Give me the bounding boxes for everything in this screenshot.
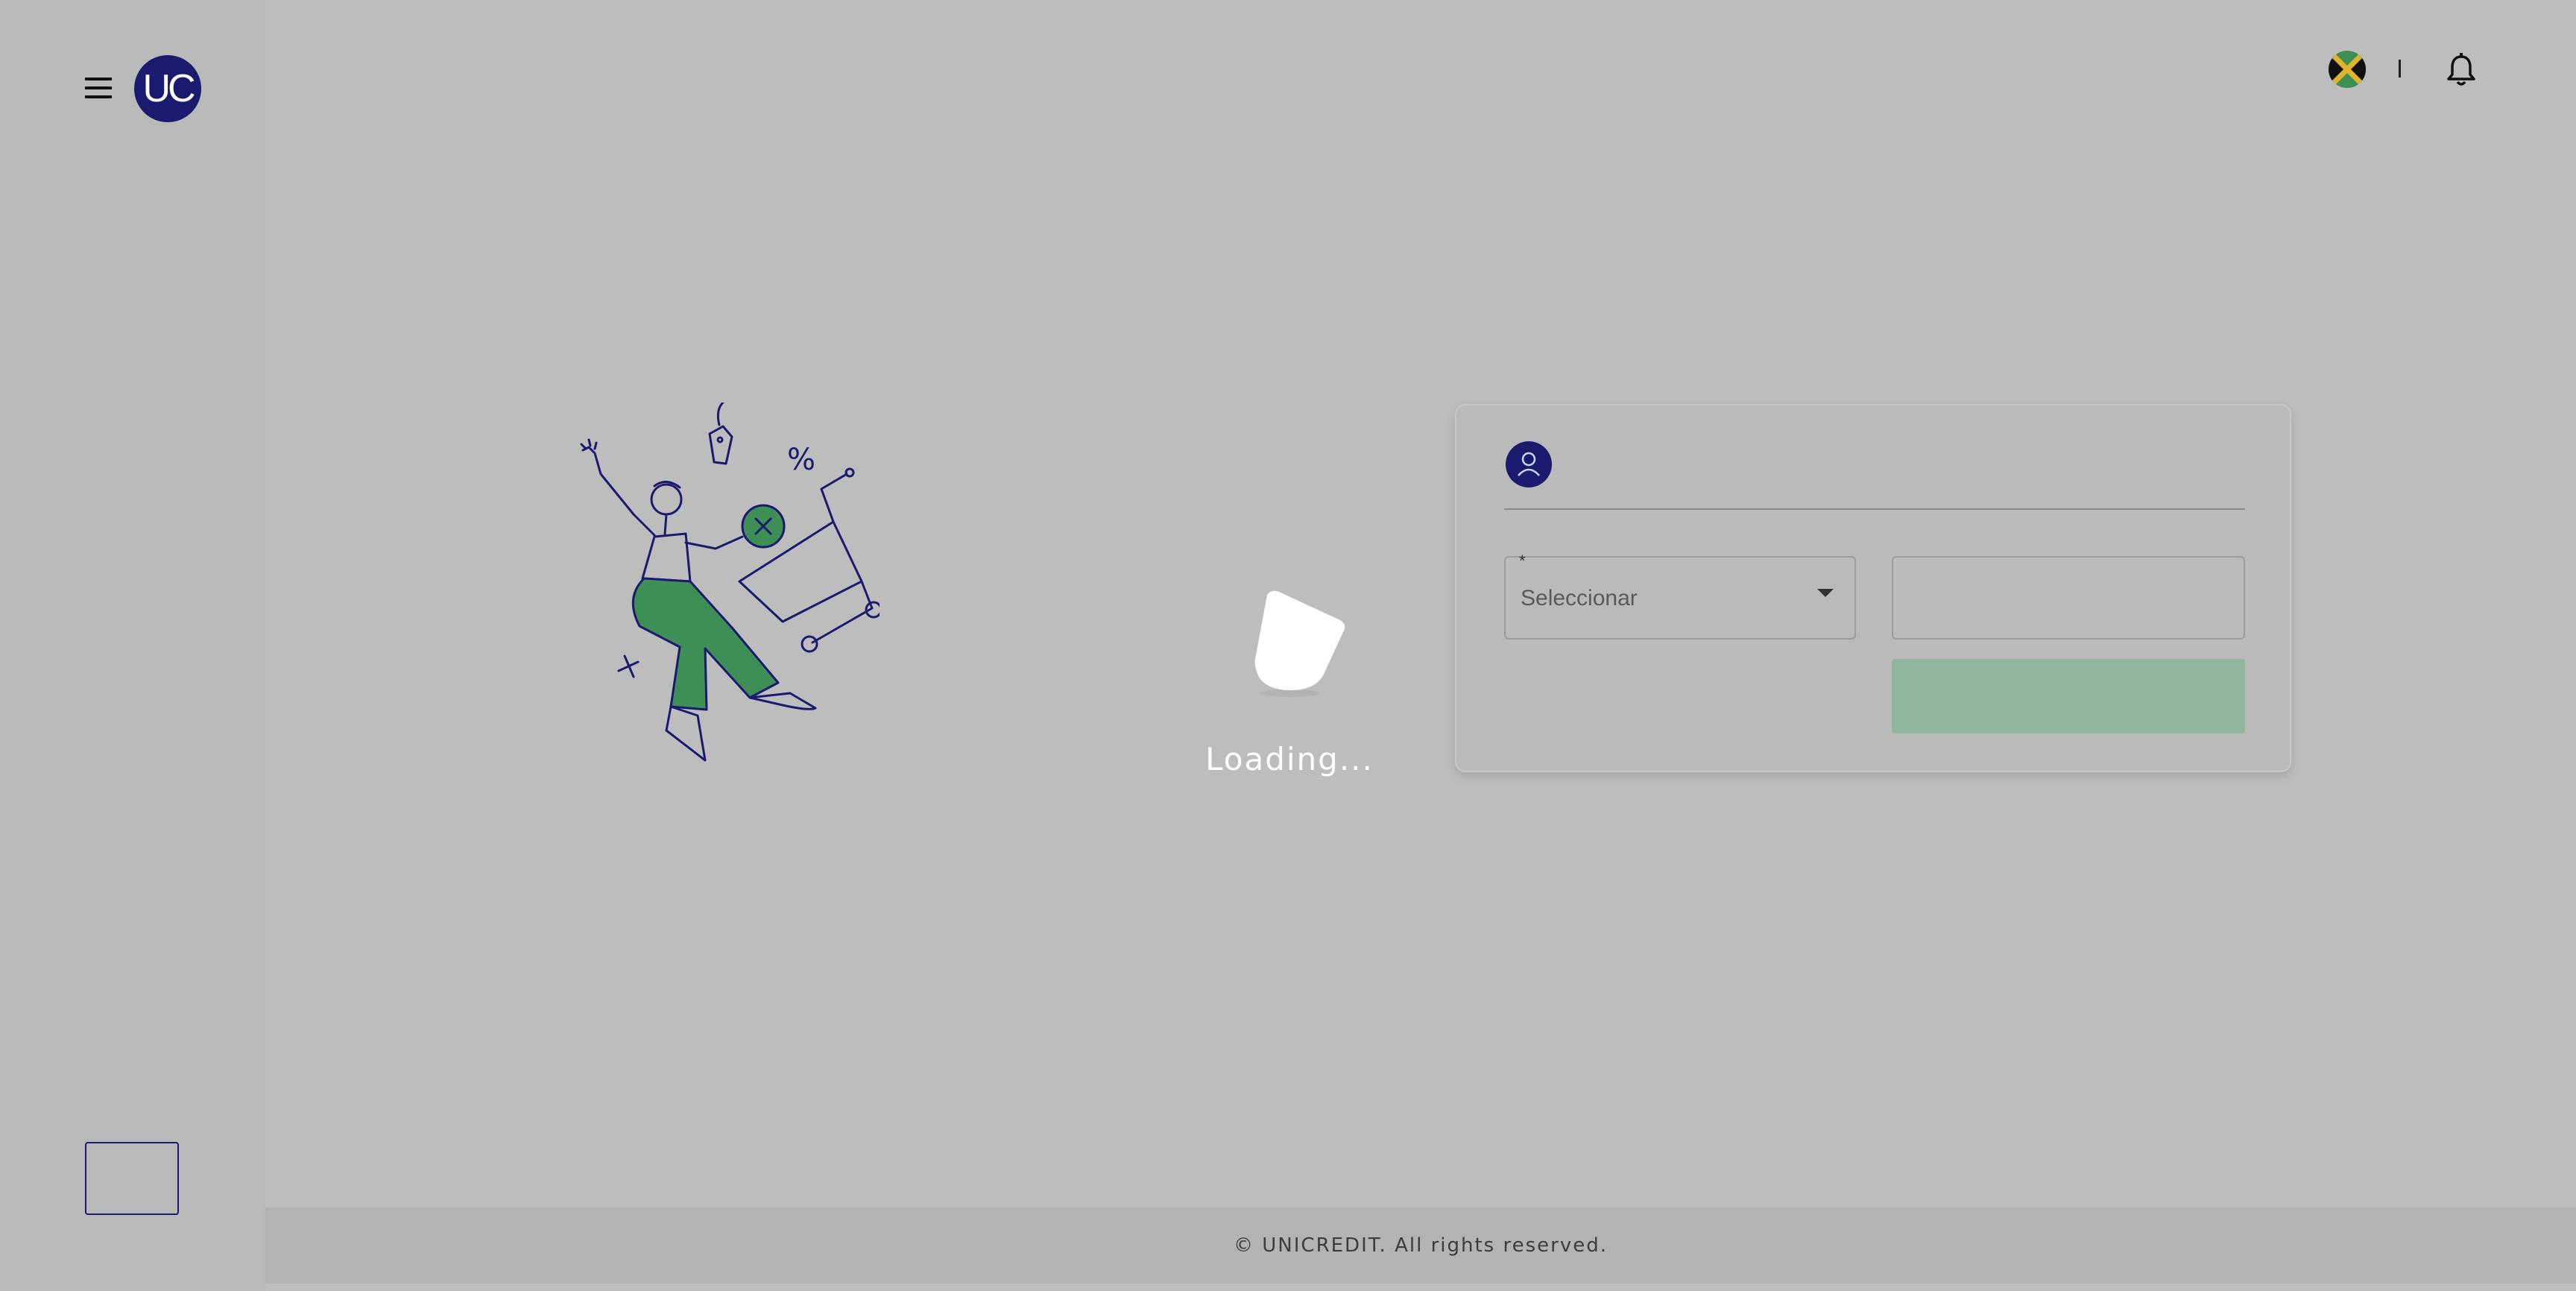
login-card: Seleccionar * bbox=[1455, 404, 2291, 772]
loading-indicator: Loading... bbox=[1193, 581, 1379, 783]
footer: © UNICREDIT. All rights reserved. bbox=[265, 1208, 2576, 1284]
loading-spinner-icon bbox=[1222, 581, 1357, 701]
copyright-text: © UNICREDIT. All rights reserved. bbox=[1234, 1234, 1608, 1257]
required-marker: * bbox=[1519, 552, 1526, 570]
app-logo[interactable]: UC bbox=[134, 55, 201, 122]
hamburger-menu-icon[interactable] bbox=[83, 75, 113, 101]
jamaica-flag-icon[interactable] bbox=[2329, 51, 2366, 88]
sidebar-bottom-button[interactable] bbox=[85, 1142, 179, 1215]
shopping-illustration: % bbox=[566, 401, 883, 775]
country-select[interactable]: Seleccionar bbox=[1504, 556, 1856, 640]
submit-button[interactable] bbox=[1892, 659, 2245, 733]
user-avatar-icon bbox=[1506, 441, 1552, 487]
svg-text:%: % bbox=[787, 443, 815, 477]
select-value: Seleccionar bbox=[1521, 586, 1638, 610]
bell-icon[interactable] bbox=[2445, 52, 2478, 88]
card-divider bbox=[1504, 508, 2245, 510]
chevron-down-icon bbox=[1817, 589, 1834, 597]
document-number-input[interactable] bbox=[1892, 556, 2245, 640]
header-divider bbox=[2399, 60, 2401, 78]
sidebar: UC bbox=[0, 0, 265, 1291]
loading-text: Loading... bbox=[1205, 741, 1374, 777]
